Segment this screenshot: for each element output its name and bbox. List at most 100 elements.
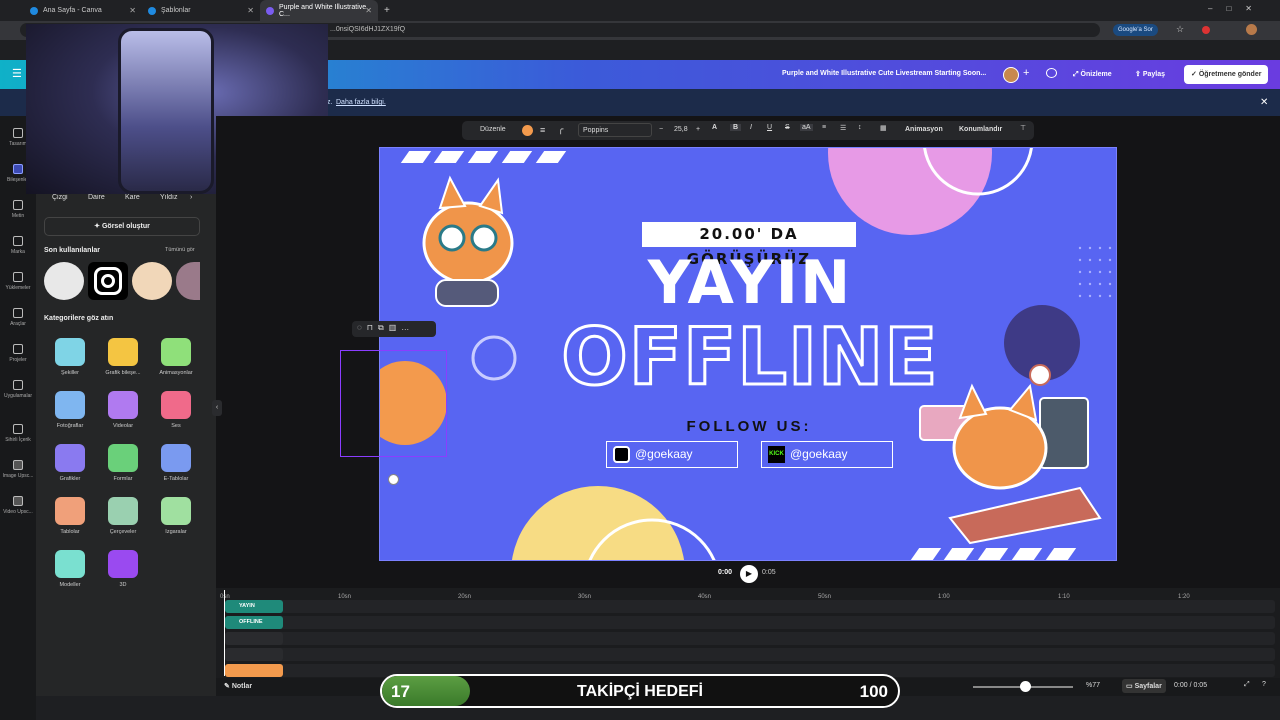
timeline-clip[interactable] — [225, 664, 283, 677]
rail-tools[interactable]: Araçlar — [0, 308, 36, 327]
font-size-input[interactable]: 25,8 — [674, 126, 688, 133]
chip-circle[interactable]: Daire — [88, 194, 105, 201]
position-button[interactable]: Konumlandır — [959, 126, 1002, 133]
rail-text[interactable]: Metin — [0, 200, 36, 219]
rail-projects[interactable]: Projeler — [0, 344, 36, 363]
close-icon[interactable]: ✕ — [1260, 89, 1268, 116]
create-visual-button[interactable]: ✦ Görsel oluştur — [44, 217, 200, 236]
line-weight-icon[interactable]: ≡ — [540, 125, 545, 135]
window-controls[interactable]: –□✕ — [1208, 4, 1266, 13]
category-item[interactable]: Grafik bileşe... — [98, 338, 148, 376]
corner-icon[interactable]: ╭ — [558, 124, 563, 135]
star-icon[interactable]: ☆ — [1176, 24, 1184, 35]
category-item[interactable]: Grafikler — [45, 444, 95, 482]
rail-uploads[interactable]: Yüklemeler — [0, 272, 36, 291]
category-item[interactable]: Fotoğraflar — [45, 391, 95, 429]
rail-magic[interactable]: Sihirli İçerik — [0, 424, 36, 443]
category-item[interactable]: Videolar — [98, 391, 148, 429]
see-all-link[interactable]: Tümünü gör — [165, 247, 195, 253]
italic-icon[interactable]: I — [750, 124, 752, 131]
avatar[interactable] — [1003, 67, 1019, 83]
pages-button[interactable]: ▭ Sayfalar — [1122, 679, 1166, 693]
lock-icon[interactable]: ⊓ — [367, 323, 378, 332]
rail-brand[interactable]: Marka — [0, 236, 36, 255]
play-button[interactable]: ▶ — [740, 565, 758, 583]
fullscreen-icon[interactable]: ⤢ — [1244, 681, 1250, 689]
increase-size-button[interactable]: + — [696, 126, 700, 133]
category-item[interactable]: 3D — [98, 550, 148, 588]
preview-button[interactable]: ⤢ Önizleme — [1066, 65, 1119, 84]
chevron-right-icon[interactable]: › — [190, 194, 192, 201]
tab-home[interactable]: Ana Sayfa - Canva ✕ — [24, 0, 142, 21]
duplicate-icon[interactable]: ⧉ — [378, 323, 389, 332]
text-color-icon[interactable]: A — [712, 124, 717, 131]
add-collaborator-icon[interactable]: + — [1023, 67, 1029, 79]
category-item[interactable]: Tablolar — [45, 497, 95, 535]
edit-button[interactable]: Düzenle — [480, 126, 506, 133]
sticker-avatar[interactable] — [132, 262, 172, 300]
extension-icon[interactable] — [1202, 26, 1210, 34]
instagram-handle[interactable]: @goekaay — [606, 441, 738, 468]
font-select[interactable]: Poppins — [578, 123, 652, 137]
kick-handle[interactable]: KICK @goekaay — [761, 441, 893, 468]
spacing-icon[interactable]: ↕ — [858, 124, 862, 131]
title-offline[interactable]: OFFLINE — [555, 312, 945, 405]
profile-avatar[interactable] — [1246, 24, 1257, 35]
new-tab-icon[interactable]: + — [384, 5, 390, 16]
trash-icon[interactable]: ▥ — [389, 323, 402, 332]
chip-line[interactable]: Çizgi — [52, 194, 68, 201]
close-icon[interactable]: ✕ — [247, 6, 254, 15]
menu-icon[interactable]: ☰ — [12, 67, 22, 80]
timeline-track[interactable] — [225, 616, 1275, 629]
decrease-size-button[interactable]: − — [659, 126, 663, 133]
timeline-track[interactable] — [225, 600, 1275, 613]
tab-templates[interactable]: Şablonlar ✕ — [142, 0, 260, 21]
title-yayin[interactable]: YAYIN — [610, 248, 890, 318]
timeline-clip[interactable]: OFFLINE — [225, 616, 283, 629]
category-item[interactable]: Formlar — [98, 444, 148, 482]
follow-us-text[interactable]: FOLLOW US: — [642, 418, 856, 435]
design-canvas[interactable]: 20.00' DA GÖRÜŞÜRÜZ YAYIN OFFLINE FOLLOW… — [379, 147, 1117, 561]
case-icon[interactable]: aA — [800, 124, 813, 131]
category-item[interactable]: E-Tablolar — [151, 444, 201, 482]
google-ask-button[interactable]: Google'a Sor — [1113, 24, 1158, 36]
category-item[interactable]: Ses — [151, 391, 201, 429]
effects-icon[interactable]: ▦ — [880, 124, 887, 132]
collapse-panel-icon[interactable]: ‹ — [212, 400, 222, 416]
bold-icon[interactable]: B — [730, 124, 742, 131]
recent-circle[interactable] — [44, 262, 84, 300]
underline-icon[interactable]: U — [767, 124, 772, 131]
zoom-level[interactable]: %77 — [1086, 682, 1100, 689]
document-title[interactable]: Purple and White Illustrative Cute Lives… — [782, 70, 986, 77]
paint-roller-icon[interactable]: ⊤ — [1020, 124, 1026, 132]
timeline-clip[interactable]: YAYIN — [225, 600, 283, 613]
zoom-thumb[interactable] — [1020, 681, 1031, 692]
timeline-track[interactable] — [225, 648, 1275, 661]
chip-star[interactable]: Yıldız — [160, 194, 178, 201]
timeline-clip[interactable] — [225, 648, 283, 661]
subtitle-text[interactable]: 20.00' DA GÖRÜŞÜRÜZ — [642, 222, 856, 268]
selection-box[interactable] — [340, 350, 447, 457]
close-icon[interactable]: ✕ — [129, 6, 136, 15]
category-item[interactable]: Şekiller — [45, 338, 95, 376]
learn-more-link[interactable]: Daha fazla bilgi. — [336, 89, 386, 116]
color-swatch[interactable] — [522, 125, 533, 136]
comment-icon[interactable]: ◌ — [357, 323, 367, 332]
rail-video-upscaler[interactable]: Video Upsc... — [0, 496, 36, 515]
help-icon[interactable]: ? — [1262, 681, 1266, 688]
strikethrough-icon[interactable]: S — [785, 124, 790, 131]
rail-image-upscaler[interactable]: Image Upsc... — [0, 460, 36, 479]
notes-button[interactable]: ✎ Notlar — [224, 682, 252, 690]
align-icon[interactable]: ≡ — [822, 124, 826, 131]
close-icon[interactable]: ✕ — [365, 6, 372, 15]
category-item[interactable]: Animasyonlar — [151, 338, 201, 376]
rotate-handle[interactable] — [388, 474, 399, 485]
chip-square[interactable]: Kare — [125, 194, 140, 201]
list-icon[interactable]: ☰ — [840, 124, 846, 132]
comment-icon[interactable] — [1046, 68, 1057, 78]
rail-apps[interactable]: Uygulamalar — [0, 380, 36, 399]
category-item[interactable]: Çerçeveler — [98, 497, 148, 535]
send-teacher-button[interactable]: ✓ Öğretmene gönder — [1184, 65, 1269, 84]
animate-button[interactable]: Animasyon — [905, 126, 943, 133]
category-item[interactable]: Modeller — [45, 550, 95, 588]
